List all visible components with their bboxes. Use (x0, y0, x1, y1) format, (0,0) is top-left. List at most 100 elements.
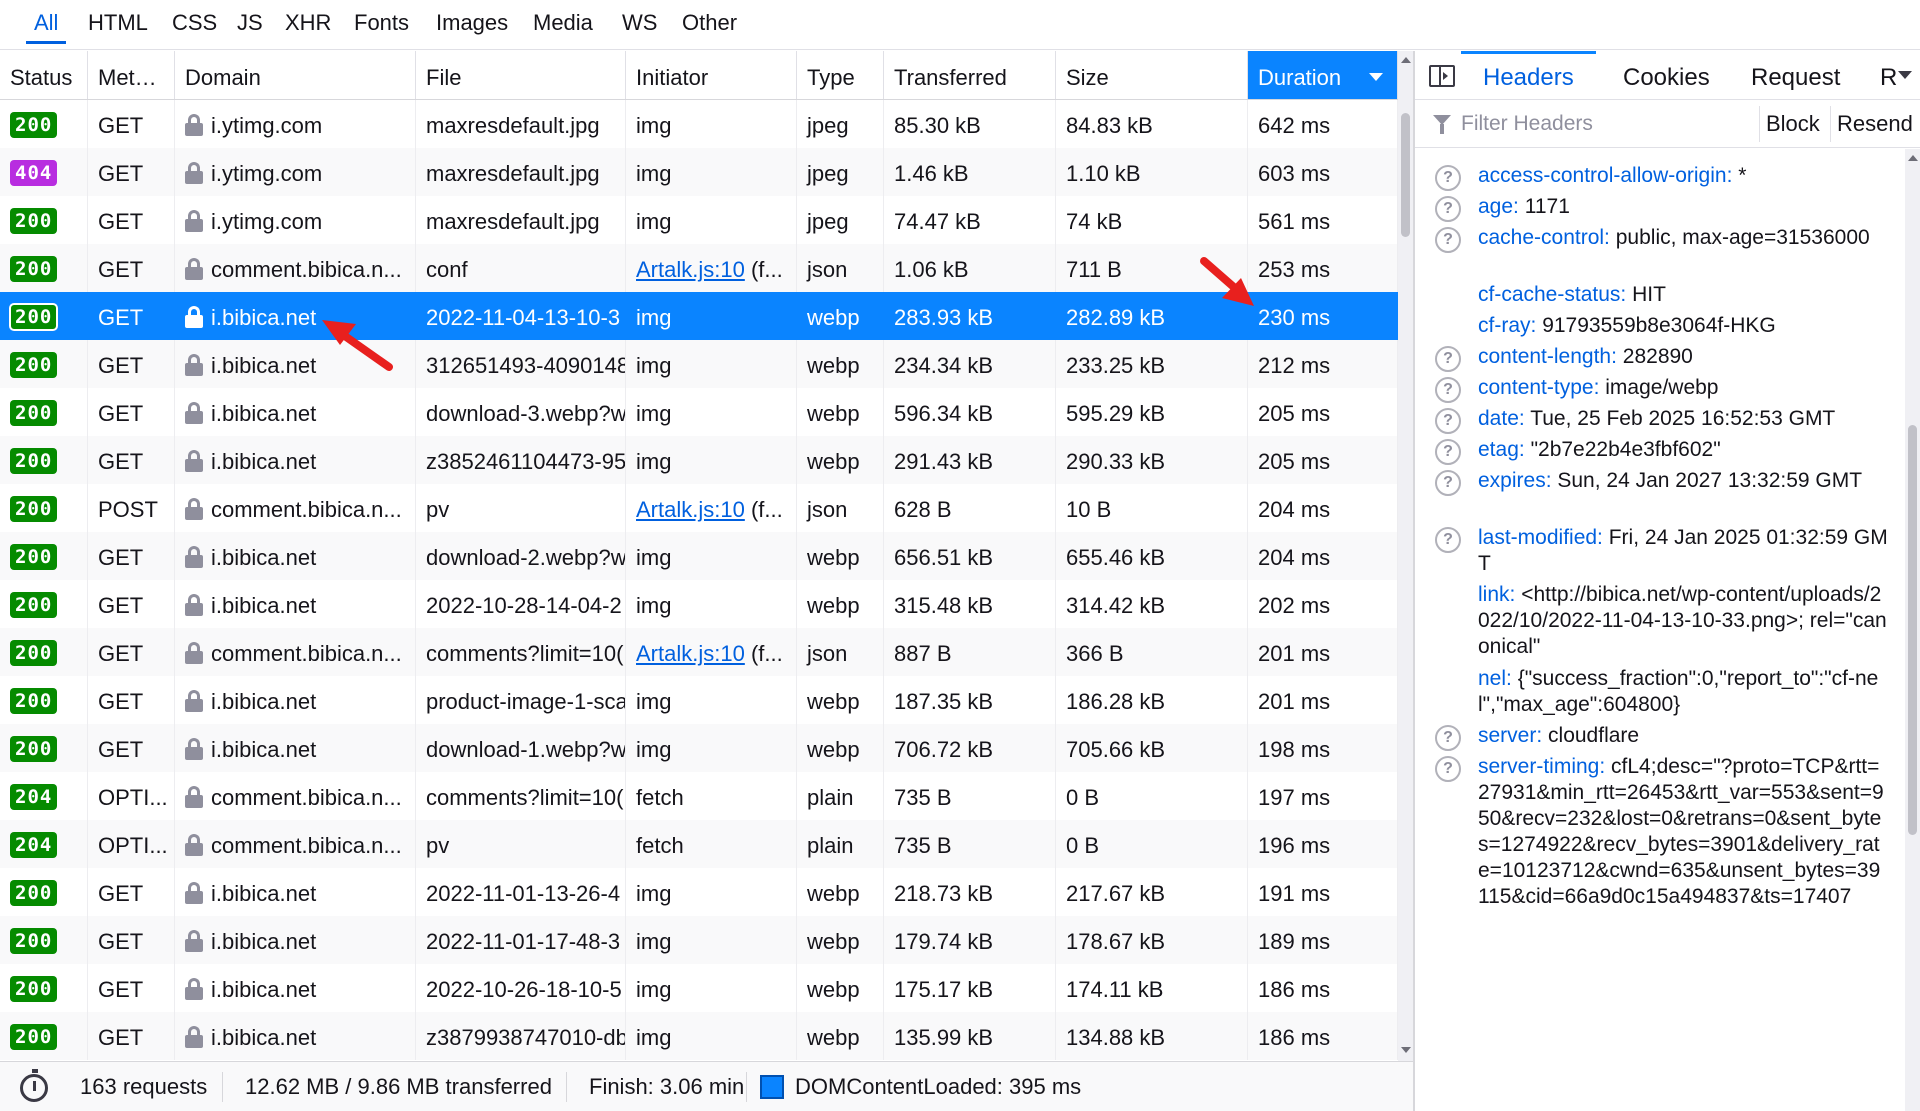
lock-icon (185, 930, 203, 952)
table-row[interactable]: 200 GET i.bibica.net z3879938747010-db img we… (0, 1012, 1398, 1060)
cell-type: webp (797, 868, 884, 916)
table-row[interactable]: 200 POST comment.bibica.n... pv Artalk.js:10… (0, 484, 1398, 532)
scrollbar-thumb[interactable] (1401, 113, 1410, 237)
sort-descending-icon[interactable] (1369, 73, 1383, 81)
status-badge: 200 (10, 448, 58, 474)
tab-request[interactable]: Request (1751, 51, 1840, 99)
column-header-type[interactable]: Type (797, 51, 884, 99)
help-icon[interactable]: ? (1435, 346, 1461, 372)
column-header-duration[interactable]: Duration (1248, 51, 1398, 99)
cell-transferred: 179.74 kB (884, 916, 1056, 964)
cell-file: comments?limit=10( (416, 628, 626, 676)
help-icon[interactable]: ? (1435, 470, 1461, 496)
cell-initiator: img (626, 868, 797, 916)
column-header-label: Size (1066, 65, 1109, 90)
domain-text: i.bibica.net (211, 929, 317, 954)
stopwatch-icon[interactable] (20, 1069, 48, 1102)
cell-method: OPTI... (88, 820, 175, 868)
help-icon[interactable]: ? (1435, 408, 1461, 434)
scroll-up-icon[interactable] (1401, 57, 1411, 63)
cell-method: GET (88, 436, 175, 484)
scrollbar-thumb[interactable] (1908, 425, 1917, 835)
table-row[interactable]: 200 GET i.bibica.net 312651493-4090148 img we… (0, 340, 1398, 388)
help-icon[interactable]: ? (1435, 196, 1461, 222)
help-icon[interactable]: ? (1435, 725, 1461, 751)
help-icon[interactable]: ? (1435, 439, 1461, 465)
filter-tab-media[interactable]: Media (533, 0, 593, 48)
cell-duration: 205 ms (1248, 388, 1398, 436)
table-row[interactable]: 200 GET i.bibica.net 2022-10-28-14-04-2 img w… (0, 580, 1398, 628)
cell-transferred: 283.93 kB (894, 305, 994, 330)
status-badge: 200 (10, 496, 58, 522)
request-list-scrollbar[interactable] (1398, 51, 1413, 1061)
filter-tab-images[interactable]: Images (436, 0, 508, 48)
column-header-size[interactable]: Size (1056, 51, 1248, 99)
help-icon[interactable]: ? (1435, 756, 1461, 782)
scroll-up-icon[interactable] (1908, 155, 1918, 161)
domain-text: comment.bibica.n... (211, 785, 402, 810)
initiator-link[interactable]: Artalk.js:10 (636, 641, 745, 666)
cell-initiator: img (626, 1012, 797, 1060)
table-row[interactable]: 200 GET i.bibica.net 2022-11-01-13-26-4 img w… (0, 868, 1398, 916)
tab-headers[interactable]: Headers (1461, 51, 1596, 99)
initiator-link[interactable]: Artalk.js:10 (636, 257, 745, 282)
column-header-method[interactable]: Met… (88, 51, 175, 99)
filter-tab-other[interactable]: Other (682, 0, 737, 48)
toggle-sidebar-icon[interactable] (1429, 65, 1455, 87)
help-icon[interactable]: ? (1435, 527, 1461, 553)
tabs-overflow-icon[interactable] (1898, 71, 1912, 79)
filter-headers-input[interactable] (1461, 106, 1761, 142)
table-row-selected[interactable]: 200 GET i.bibica.net 2022-11-04-13-10-3 img w… (0, 292, 1398, 340)
cell-type: webp (797, 964, 884, 1012)
table-row[interactable]: 204 OPTI... comment.bibica.n... pv fetch plai… (0, 820, 1398, 868)
table-row[interactable]: 200 GET i.bibica.net 2022-10-26-18-10-5 img w… (0, 964, 1398, 1012)
table-row[interactable]: 200 GET i.bibica.net 2022-11-01-17-48-3 img w… (0, 916, 1398, 964)
table-row[interactable]: 200 GET i.bibica.net download-3.webp?w img we… (0, 388, 1398, 436)
resend-button[interactable]: Resend (1830, 106, 1919, 142)
table-row[interactable]: 204 OPTI... comment.bibica.n... comments?li… (0, 772, 1398, 820)
initiator-link[interactable]: Artalk.js:10 (636, 497, 745, 522)
column-header-transferred[interactable]: Transferred (884, 51, 1056, 99)
scroll-down-icon[interactable] (1401, 1047, 1411, 1053)
table-row[interactable]: 200 GET i.ytimg.com maxresdefault.jpg img jpe… (0, 100, 1398, 148)
help-icon[interactable]: ? (1435, 227, 1461, 253)
help-icon[interactable]: ? (1435, 165, 1461, 191)
cell-transferred: 135.99 kB (884, 1012, 1056, 1060)
tab-cookies[interactable]: Cookies (1623, 51, 1710, 99)
column-header-initiator[interactable]: Initiator (626, 51, 797, 99)
cell-size: 655.46 kB (1056, 532, 1248, 580)
lock-icon (185, 546, 203, 568)
filter-tab-ws[interactable]: WS (622, 0, 657, 48)
filter-tab-css[interactable]: CSS (172, 0, 217, 48)
details-scrollbar[interactable] (1905, 149, 1920, 1111)
table-row[interactable]: 200 GET i.bibica.net product-image-1-sca img… (0, 676, 1398, 724)
header-value: {"success_fraction":0,"report_to":"cf-ne… (1478, 667, 1879, 716)
filter-tab-js[interactable]: JS (237, 0, 263, 48)
table-row[interactable]: 200 GET i.bibica.net download-1.webp?w img we… (0, 724, 1398, 772)
table-row[interactable]: 200 GET i.bibica.net download-2.webp?w img we… (0, 532, 1398, 580)
lock-icon (185, 354, 203, 376)
cell-duration: 230 ms (1258, 305, 1331, 330)
block-button[interactable]: Block (1759, 106, 1826, 142)
domain-text: i.bibica.net (211, 689, 317, 714)
table-row[interactable]: 200 GET i.bibica.net z3852461104473-95 img we… (0, 436, 1398, 484)
table-row[interactable]: 200 GET comment.bibica.n... comments?limit=… (0, 628, 1398, 676)
filter-tab-xhr[interactable]: XHR (285, 0, 331, 48)
help-icon[interactable]: ? (1435, 377, 1461, 403)
tab-response[interactable]: R (1880, 51, 1897, 99)
column-header-domain[interactable]: Domain (175, 51, 416, 99)
status-badge: 200 (10, 112, 58, 138)
column-header-status[interactable]: Status (0, 51, 88, 99)
cell-initiator: img (626, 532, 797, 580)
cell-initiator: Artalk.js:10 (f... (626, 628, 797, 676)
table-row[interactable]: 200 GET i.ytimg.com maxresdefault.jpg img jpe… (0, 196, 1398, 244)
column-header-file[interactable]: File (416, 51, 626, 99)
filter-tab-fonts[interactable]: Fonts (354, 0, 409, 48)
cell-type: webp (797, 532, 884, 580)
table-row[interactable]: 200 GET comment.bibica.n... conf Artalk.js:1… (0, 244, 1398, 292)
header-value: <http://bibica.net/wp-content/uploads/20… (1478, 583, 1887, 658)
filter-tab-html[interactable]: HTML (88, 0, 148, 48)
filter-tab-all[interactable]: All (25, 0, 68, 48)
cell-domain: i.bibica.net (175, 580, 416, 628)
table-row[interactable]: 404 GET i.ytimg.com maxresdefault.jpg img jpe… (0, 148, 1398, 196)
